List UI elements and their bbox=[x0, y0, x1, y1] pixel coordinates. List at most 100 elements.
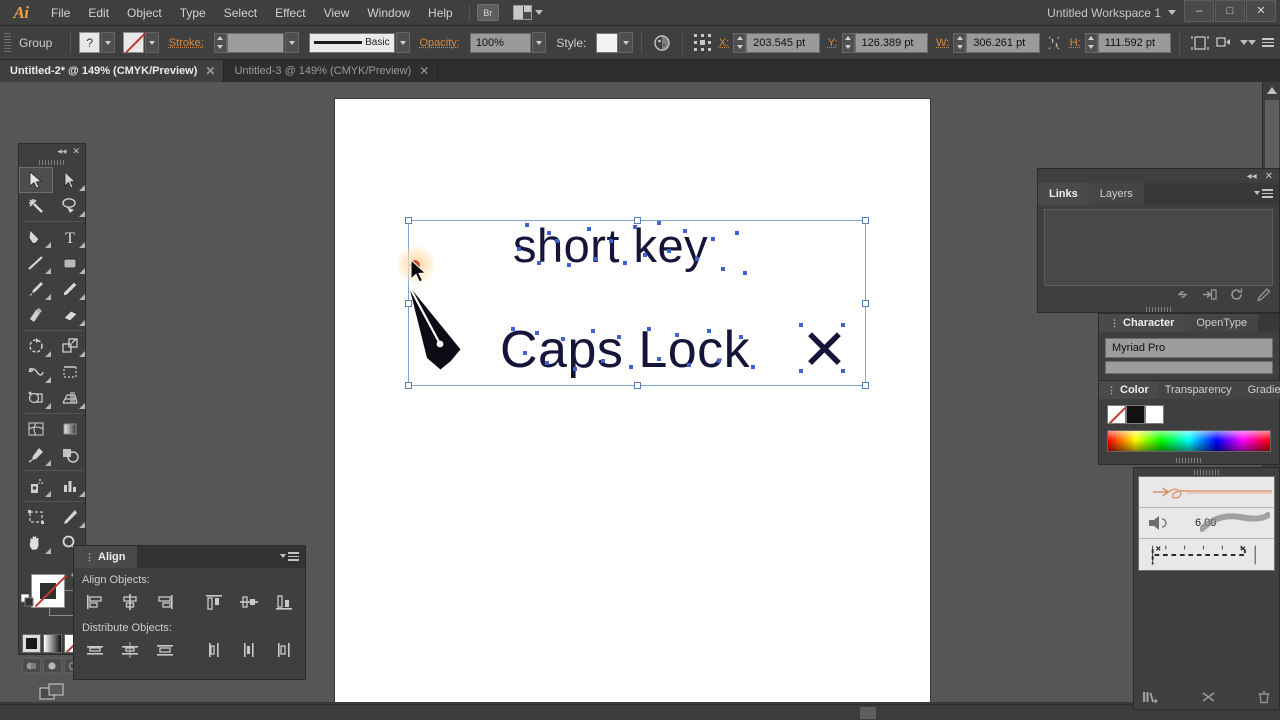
control-bar-grip[interactable] bbox=[4, 33, 11, 53]
scroll-up-arrow-icon[interactable] bbox=[1267, 87, 1277, 94]
scale-tool[interactable] bbox=[53, 333, 87, 359]
constrain-proportions-icon[interactable] bbox=[1042, 31, 1066, 55]
y-stepper[interactable] bbox=[842, 33, 855, 53]
align-top-icon[interactable] bbox=[196, 590, 231, 614]
lasso-tool[interactable] bbox=[53, 193, 87, 219]
recolor-artwork-icon[interactable] bbox=[650, 31, 674, 55]
draw-behind-icon[interactable] bbox=[43, 658, 62, 673]
transform-reference-point-icon[interactable] bbox=[691, 31, 715, 55]
document-tab-untitled-3[interactable]: Untitled-3 @ 149% (CMYK/Preview) ✕ bbox=[224, 60, 438, 82]
selection-handle-bc[interactable] bbox=[634, 382, 641, 389]
menu-select[interactable]: Select bbox=[215, 0, 266, 26]
brush-item-charcoal[interactable]: 6.00 bbox=[1139, 508, 1274, 539]
tab-links[interactable]: Links bbox=[1038, 183, 1089, 205]
none-swatch[interactable] bbox=[1107, 405, 1126, 424]
links-list[interactable] bbox=[1044, 209, 1273, 286]
graphic-style-swatch[interactable] bbox=[596, 33, 618, 53]
eyedropper-tool[interactable] bbox=[19, 442, 53, 468]
mesh-tool[interactable] bbox=[19, 416, 53, 442]
selection-handle-tl[interactable] bbox=[405, 217, 412, 224]
gradient-tool[interactable] bbox=[53, 416, 87, 442]
chevron-down-icon[interactable] bbox=[1168, 10, 1176, 15]
fill-swatch-none-icon[interactable] bbox=[31, 574, 65, 608]
blend-tool[interactable] bbox=[53, 442, 87, 468]
canvas-horizontal-scrollbar[interactable] bbox=[0, 704, 1280, 720]
eraser-tool[interactable] bbox=[53, 302, 87, 328]
close-icon[interactable]: ✕ bbox=[72, 146, 80, 157]
close-button[interactable]: ✕ bbox=[1246, 0, 1276, 22]
magic-wand-tool[interactable] bbox=[19, 193, 53, 219]
menu-file[interactable]: File bbox=[42, 0, 79, 26]
distribute-bottom-icon[interactable] bbox=[148, 638, 183, 662]
document-tab-untitled-2[interactable]: Untitled-2* @ 149% (CMYK/Preview) ✕ bbox=[0, 60, 224, 82]
stroke-weight-field[interactable] bbox=[227, 33, 285, 53]
align-bottom-icon[interactable] bbox=[266, 590, 301, 614]
close-icon[interactable]: ✕ bbox=[205, 64, 215, 78]
remove-brush-icon[interactable] bbox=[1200, 690, 1217, 709]
delete-brush-icon[interactable] bbox=[1257, 690, 1271, 709]
line-segment-tool[interactable] bbox=[19, 250, 53, 276]
stroke-dropdown-icon[interactable] bbox=[145, 32, 159, 53]
distribute-vertical-center-icon[interactable] bbox=[113, 638, 148, 662]
pen-tool[interactable] bbox=[19, 224, 53, 250]
brush-libraries-icon[interactable] bbox=[1142, 690, 1159, 709]
brush-item-calligraphic[interactable] bbox=[1139, 477, 1274, 508]
align-horizontal-center-icon[interactable] bbox=[113, 590, 148, 614]
paintbrush-tool[interactable] bbox=[19, 276, 53, 302]
blob-brush-tool[interactable] bbox=[19, 302, 53, 328]
column-graph-tool[interactable] bbox=[53, 473, 87, 499]
w-stepper[interactable] bbox=[953, 33, 966, 53]
bridge-icon[interactable]: Br bbox=[477, 4, 499, 21]
y-field[interactable]: 126.389 pt bbox=[855, 33, 929, 53]
selection-handle-br[interactable] bbox=[862, 382, 869, 389]
width-tool[interactable] bbox=[19, 359, 53, 385]
tools-panel-grip[interactable] bbox=[19, 158, 85, 167]
free-transform-tool[interactable] bbox=[53, 359, 87, 385]
h-field[interactable]: 111.592 pt bbox=[1098, 33, 1172, 53]
font-family-field[interactable]: Myriad Pro bbox=[1105, 338, 1273, 358]
update-link-icon[interactable] bbox=[1229, 288, 1244, 306]
panel-menu-icon[interactable] bbox=[1254, 189, 1273, 198]
x-stepper[interactable] bbox=[733, 33, 746, 53]
edit-original-icon[interactable] bbox=[1256, 288, 1271, 306]
brushes-list[interactable]: 6.00 bbox=[1138, 476, 1275, 571]
distribute-top-icon[interactable] bbox=[78, 638, 113, 662]
selection-handle-tr[interactable] bbox=[862, 217, 869, 224]
brush-item-dashed[interactable] bbox=[1139, 539, 1274, 570]
rotate-tool[interactable] bbox=[19, 333, 53, 359]
panel-menu-icon[interactable] bbox=[1262, 38, 1274, 47]
menu-help[interactable]: Help bbox=[419, 0, 462, 26]
panel-menu-icon[interactable] bbox=[280, 552, 299, 561]
link-icon[interactable] bbox=[1175, 288, 1190, 306]
selection-handle-mr[interactable] bbox=[862, 300, 869, 307]
white-swatch[interactable] bbox=[1145, 405, 1164, 424]
artboard-tool[interactable] bbox=[19, 504, 53, 530]
stroke-weight-dropdown-icon[interactable] bbox=[285, 32, 299, 53]
color-mode-icon[interactable] bbox=[22, 634, 41, 653]
tab-layers[interactable]: Layers bbox=[1089, 183, 1144, 205]
pencil-tool[interactable] bbox=[53, 276, 87, 302]
close-icon[interactable]: ✕ bbox=[419, 64, 429, 78]
brush-dropdown-icon[interactable] bbox=[396, 32, 410, 53]
align-objects-icon[interactable] bbox=[1188, 31, 1212, 55]
tab-character[interactable]: ⋮ Character bbox=[1099, 314, 1185, 332]
color-spectrum-ramp[interactable] bbox=[1107, 430, 1271, 452]
menu-edit[interactable]: Edit bbox=[79, 0, 118, 26]
style-dropdown-icon[interactable] bbox=[619, 32, 633, 53]
perspective-grid-tool[interactable] bbox=[53, 385, 87, 411]
transform-dropdown-icon[interactable] bbox=[1240, 40, 1248, 45]
go-to-link-icon[interactable] bbox=[1202, 288, 1217, 306]
symbol-sprayer-tool[interactable] bbox=[19, 473, 53, 499]
collapse-panel-icon[interactable]: ◂◂ bbox=[57, 146, 66, 157]
distribute-horizontal-center-icon[interactable] bbox=[231, 638, 266, 662]
x-field[interactable]: 203.545 pt bbox=[746, 33, 820, 53]
shape-builder-tool[interactable] bbox=[19, 385, 53, 411]
workspace-switcher[interactable]: Untitled Workspace 1 – □ ✕ bbox=[1047, 0, 1280, 26]
menu-object[interactable]: Object bbox=[118, 0, 171, 26]
opacity-field[interactable]: 100% bbox=[470, 33, 532, 53]
selection-handle-tc[interactable] bbox=[634, 217, 641, 224]
stroke-swatch-button[interactable] bbox=[123, 32, 144, 53]
align-right-icon[interactable] bbox=[148, 590, 183, 614]
draw-normal-icon[interactable] bbox=[22, 658, 41, 673]
selection-handle-bl[interactable] bbox=[405, 382, 412, 389]
